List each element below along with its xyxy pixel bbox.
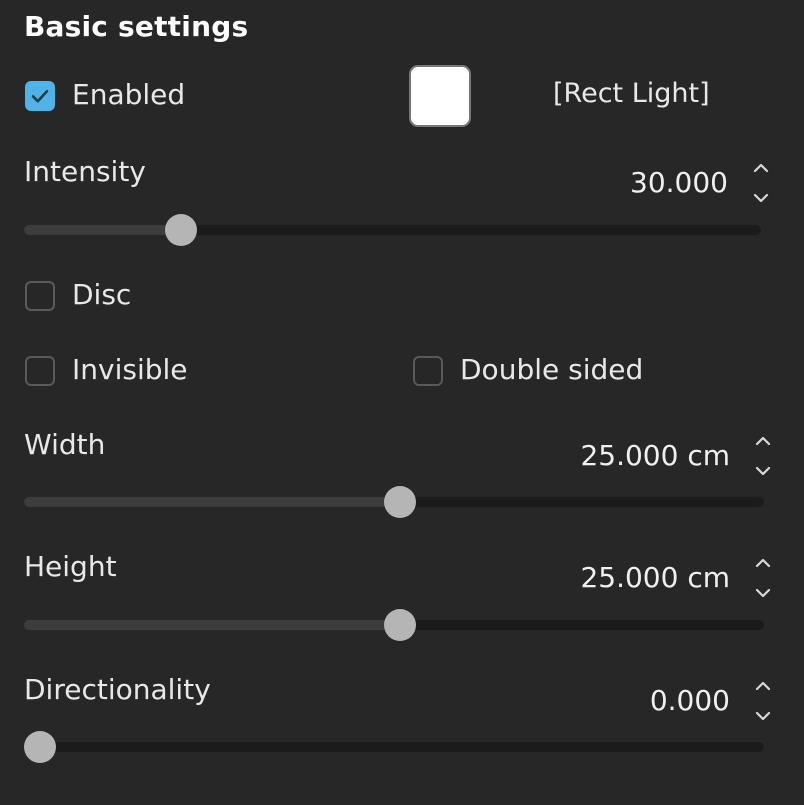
directionality-label: Directionality [24,673,211,706]
double-sided-label: Double sided [460,353,644,386]
spinner-arrows-icon [755,558,771,598]
height-label: Height [24,550,117,583]
directionality-value-field[interactable]: 0.000 [650,684,730,717]
spinner-arrows-icon [755,436,771,476]
basic-settings-panel: Basic settings Enabled [Rect Light] Inte… [0,0,804,805]
intensity-slider-fill [24,225,181,235]
invisible-checkbox[interactable] [25,356,55,386]
width-value-field[interactable]: 25.000 cm [580,439,730,472]
section-title: Basic settings [24,10,249,43]
light-color-swatch[interactable] [409,65,471,127]
intensity-slider-thumb[interactable] [164,214,197,246]
checkmark-icon [31,89,49,103]
disc-checkbox[interactable] [25,281,55,311]
height-value-field[interactable]: 25.000 cm [580,561,730,594]
width-label: Width [24,428,106,461]
directionality-slider-thumb[interactable] [24,731,56,763]
intensity-value-field[interactable]: 30.000 [630,166,728,199]
width-slider-fill [24,497,400,507]
directionality-spinner[interactable] [753,678,773,726]
double-sided-checkbox[interactable] [413,356,443,386]
directionality-slider[interactable] [24,731,764,763]
width-slider-thumb[interactable] [383,486,416,518]
light-type-label: [Rect Light] [553,78,710,109]
height-slider-fill [24,620,400,630]
enabled-checkbox[interactable] [25,81,55,111]
intensity-spinner[interactable] [751,160,771,208]
spinner-arrows-icon [753,163,769,203]
height-slider[interactable] [24,609,764,641]
enabled-label: Enabled [72,78,186,111]
spinner-arrows-icon [755,681,771,721]
invisible-label: Invisible [72,353,188,386]
width-slider[interactable] [24,486,764,518]
intensity-label: Intensity [24,155,146,188]
disc-label: Disc [72,278,132,311]
width-spinner[interactable] [753,433,773,481]
height-slider-thumb[interactable] [383,609,416,641]
intensity-slider[interactable] [24,214,761,246]
height-spinner[interactable] [753,555,773,603]
